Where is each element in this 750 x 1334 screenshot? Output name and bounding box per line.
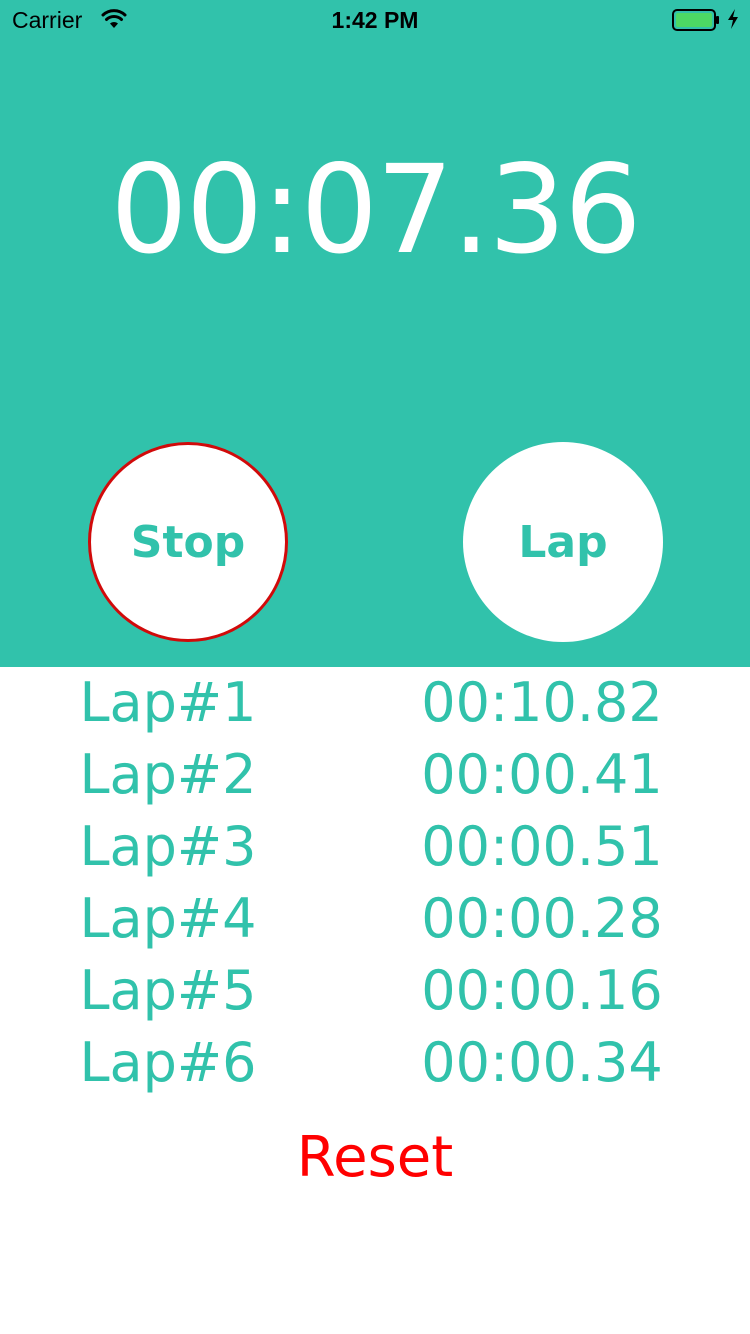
lap-row: Lap#5 00:00.16 [0, 955, 750, 1027]
lap-time: 00:00.41 [421, 743, 663, 806]
lap-row: Lap#2 00:00.41 [0, 739, 750, 811]
lap-row: Lap#3 00:00.51 [0, 811, 750, 883]
lap-name: Lap#4 [79, 887, 257, 950]
lap-button[interactable]: Lap [463, 442, 663, 642]
lap-name: Lap#5 [79, 959, 257, 1022]
lap-name: Lap#3 [79, 815, 257, 878]
lap-time: 00:00.34 [421, 1031, 663, 1094]
charging-bolt-icon [728, 9, 738, 29]
lap-time: 00:00.28 [421, 887, 663, 950]
stop-button[interactable]: Stop [88, 442, 288, 642]
lap-name: Lap#1 [79, 671, 257, 734]
timer-panel: Carrier 1:42 PM 00:07.36 Stop Lap [0, 0, 750, 667]
lap-time: 00:00.51 [421, 815, 663, 878]
lap-row: Lap#6 00:00.34 [0, 1027, 750, 1099]
stop-button-label: Stop [130, 516, 246, 568]
status-bar: Carrier 1:42 PM [0, 0, 750, 40]
lap-row: Lap#1 00:10.82 [0, 667, 750, 739]
lap-name: Lap#6 [79, 1031, 257, 1094]
lap-time: 00:10.82 [421, 671, 663, 734]
lap-name: Lap#2 [79, 743, 257, 806]
elapsed-time-display: 00:07.36 [110, 139, 642, 281]
lap-button-label: Lap [518, 516, 608, 568]
lap-row: Lap#4 00:00.28 [0, 883, 750, 955]
lap-list: Lap#1 00:10.82 Lap#2 00:00.41 Lap#3 00:0… [0, 667, 750, 1099]
battery-icon [672, 9, 719, 31]
reset-button[interactable]: Reset [0, 1122, 750, 1194]
lap-time: 00:00.16 [421, 959, 663, 1022]
status-time: 1:42 PM [331, 7, 419, 33]
